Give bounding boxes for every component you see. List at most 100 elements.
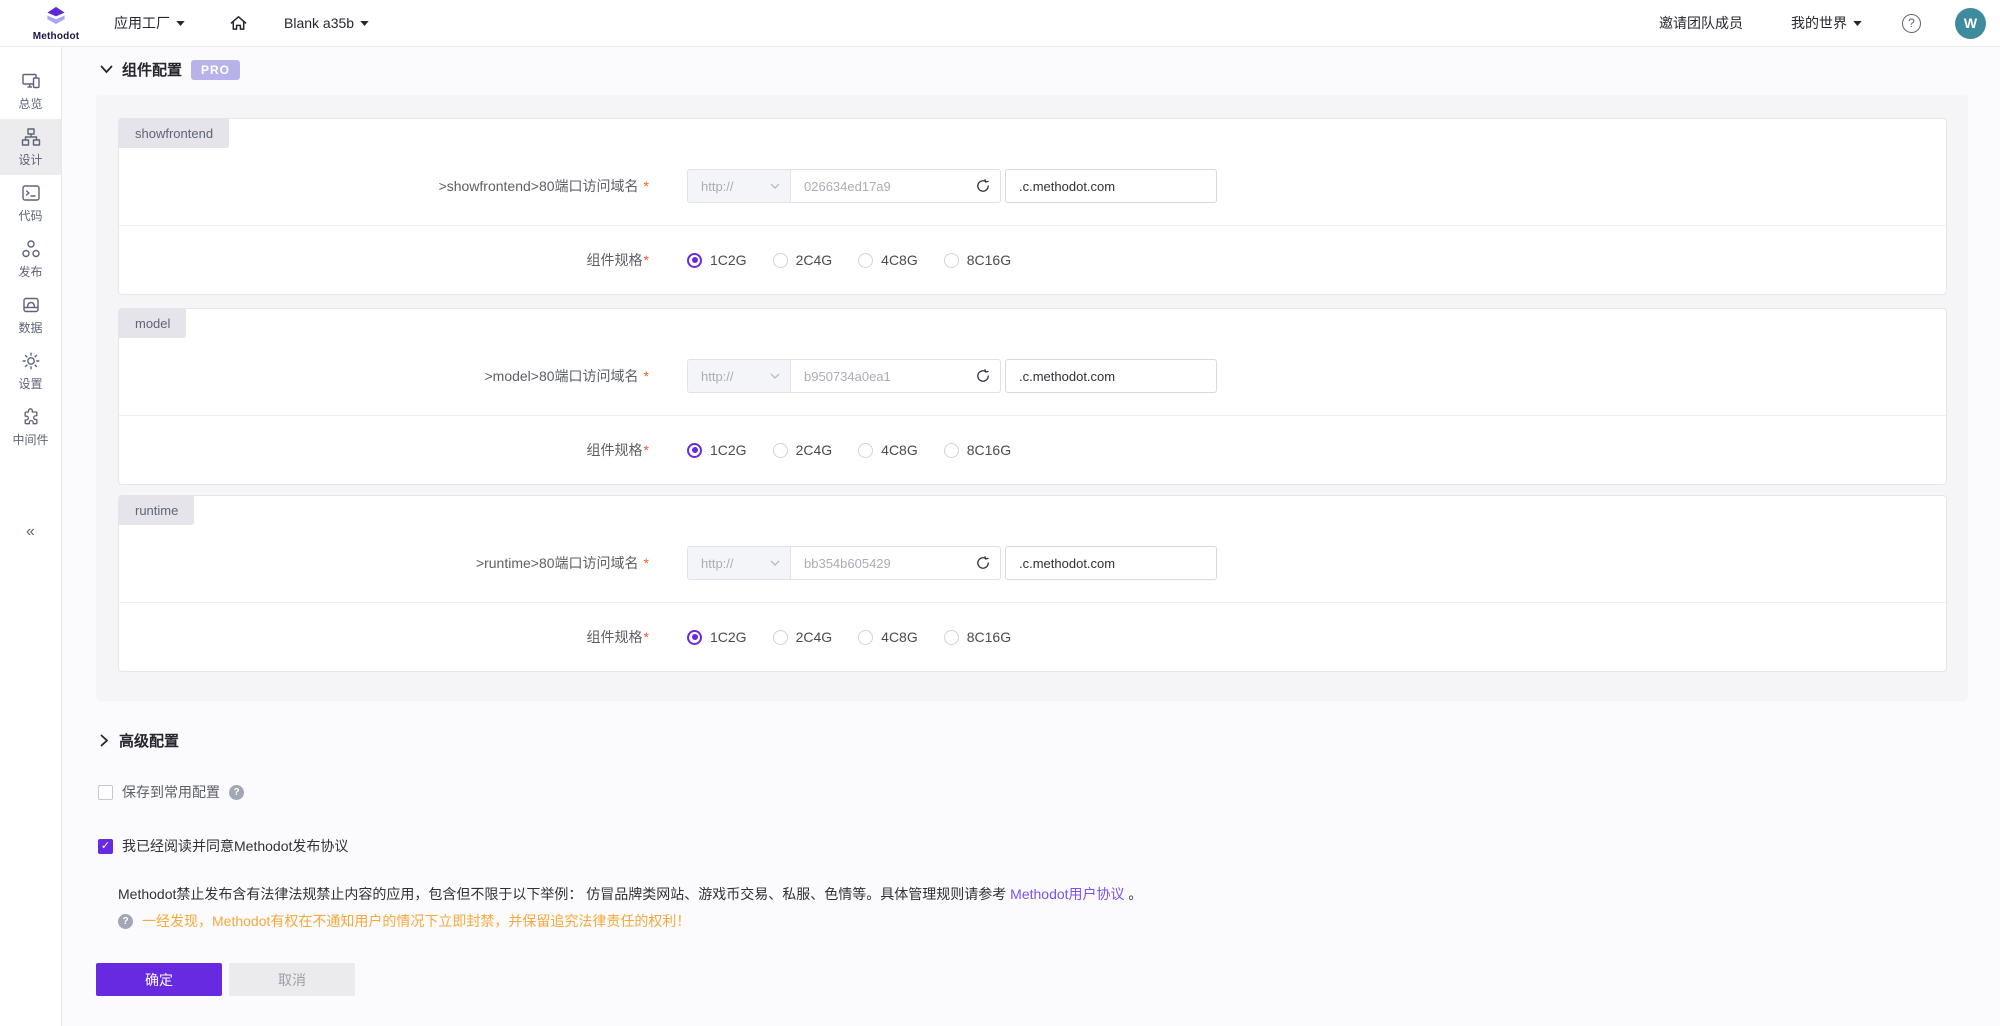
sidebar-item-design[interactable]: 设计 bbox=[0, 119, 61, 175]
navbar-right: 邀请团队成员 我的世界 ? W bbox=[1659, 8, 2000, 39]
protocol-select[interactable]: http:// bbox=[687, 169, 791, 203]
spec-row: 组件规格* 1C2G 2C4G 4C8G 8C16G bbox=[119, 226, 1946, 294]
radio-4c8g[interactable]: 4C8G bbox=[858, 442, 918, 458]
protocol-select[interactable]: http:// bbox=[687, 359, 791, 393]
sidebar-item-middleware[interactable]: 中间件 bbox=[0, 399, 61, 455]
agreement-row: ✓ 我已经阅读并同意Methodot发布协议 bbox=[98, 836, 348, 856]
domain-label: >model>80端口访问域名* bbox=[119, 366, 649, 386]
agreement-label: 我已经阅读并同意Methodot发布协议 bbox=[122, 836, 348, 856]
spec-radio-group: 1C2G 2C4G 4C8G 8C16G bbox=[687, 442, 1011, 458]
page: Methodot 应用工厂 Blank a35b 邀请团队成员 我的世界 bbox=[0, 0, 2000, 1026]
component-config-panel: showfrontend >showfrontend>80端口访问域名* htt… bbox=[96, 95, 1968, 701]
component-tab: showfrontend bbox=[119, 119, 229, 148]
radio-1c2g[interactable]: 1C2G bbox=[687, 629, 747, 645]
user-agreement-link[interactable]: Methodot用户协议 bbox=[1010, 886, 1124, 902]
refresh-icon[interactable] bbox=[976, 556, 990, 570]
component-card-runtime: runtime >runtime>80端口访问域名* http:// bb354… bbox=[118, 495, 1947, 672]
settings-icon bbox=[21, 351, 41, 371]
home-button[interactable] bbox=[229, 14, 248, 32]
sidebar-item-label: 总览 bbox=[18, 95, 42, 112]
required-mark: * bbox=[644, 178, 649, 194]
radio-1c2g[interactable]: 1C2G bbox=[687, 252, 747, 268]
required-mark: * bbox=[644, 555, 649, 571]
chevron-down-icon bbox=[770, 183, 780, 189]
sidebar-collapse-button[interactable]: « bbox=[0, 517, 61, 547]
component-config-header[interactable]: 组件配置 PRO bbox=[100, 59, 240, 80]
sidebar-item-code[interactable]: 代码 bbox=[0, 175, 61, 231]
warning-text: 一经发现，Methodot有权在不通知用户的情况下立即封禁，并保留追究法律责任的… bbox=[142, 911, 690, 931]
sidebar-item-label: 设计 bbox=[18, 151, 42, 168]
radio-4c8g[interactable]: 4C8G bbox=[858, 252, 918, 268]
radio-circle bbox=[773, 443, 788, 458]
save-common-label: 保存到常用配置 bbox=[122, 782, 220, 802]
spec-radio-group: 1C2G 2C4G 4C8G 8C16G bbox=[687, 629, 1011, 645]
home-icon bbox=[229, 14, 248, 32]
radio-1c2g[interactable]: 1C2G bbox=[687, 442, 747, 458]
advanced-config-header[interactable]: 高级配置 bbox=[100, 730, 179, 751]
check-icon: ✓ bbox=[101, 841, 110, 852]
sidebar-item-overview[interactable]: 总览 bbox=[0, 63, 61, 119]
confirm-button[interactable]: 确定 bbox=[96, 963, 222, 996]
code-icon bbox=[21, 183, 41, 203]
refresh-icon[interactable] bbox=[976, 369, 990, 383]
required-mark: * bbox=[644, 368, 649, 384]
radio-circle bbox=[858, 443, 873, 458]
radio-circle bbox=[858, 630, 873, 645]
cancel-button[interactable]: 取消 bbox=[229, 963, 355, 996]
radio-circle bbox=[687, 630, 702, 645]
top-navbar: Methodot 应用工厂 Blank a35b 邀请团队成员 我的世界 bbox=[0, 0, 2000, 47]
left-sidebar: 总览 设计 代码 发布 数据 bbox=[0, 47, 62, 1026]
help-icon[interactable]: ? bbox=[229, 785, 244, 800]
help-icon[interactable]: ? bbox=[1902, 14, 1921, 33]
radio-circle bbox=[858, 253, 873, 268]
sidebar-item-data[interactable]: 数据 bbox=[0, 287, 61, 343]
app-factory-menu[interactable]: 应用工厂 bbox=[114, 13, 185, 33]
my-world-menu[interactable]: 我的世界 bbox=[1791, 13, 1862, 33]
domain-row: >model>80端口访问域名* http:// b950734a0ea1 bbox=[119, 309, 1946, 416]
radio-circle bbox=[944, 253, 959, 268]
chevron-down-icon bbox=[100, 65, 113, 74]
radio-8c16g[interactable]: 8C16G bbox=[944, 252, 1011, 268]
design-icon bbox=[21, 127, 41, 147]
spec-label: 组件规格* bbox=[119, 440, 649, 460]
subdomain-input[interactable]: bb354b605429 bbox=[791, 546, 1001, 580]
radio-2c4g[interactable]: 2C4G bbox=[773, 252, 833, 268]
required-mark: * bbox=[644, 629, 649, 645]
invite-members-button[interactable]: 邀请团队成员 bbox=[1659, 13, 1743, 33]
refresh-icon[interactable] bbox=[976, 179, 990, 193]
caret-down-icon bbox=[360, 21, 369, 26]
avatar[interactable]: W bbox=[1955, 8, 1986, 39]
warning-row: ? 一经发现，Methodot有权在不通知用户的情况下立即封禁，并保留追究法律责… bbox=[118, 911, 690, 931]
radio-8c16g[interactable]: 8C16G bbox=[944, 629, 1011, 645]
radio-2c4g[interactable]: 2C4G bbox=[773, 629, 833, 645]
radio-circle bbox=[944, 443, 959, 458]
save-common-checkbox[interactable] bbox=[98, 785, 113, 800]
protocol-select[interactable]: http:// bbox=[687, 546, 791, 580]
section-title: 组件配置 bbox=[122, 59, 182, 80]
chevron-down-icon bbox=[770, 560, 780, 566]
help-icon: ? bbox=[118, 914, 133, 929]
methodot-logo[interactable]: Methodot bbox=[14, 4, 98, 42]
radio-2c4g[interactable]: 2C4G bbox=[773, 442, 833, 458]
agreement-checkbox[interactable]: ✓ bbox=[98, 839, 113, 854]
sidebar-item-settings[interactable]: 设置 bbox=[0, 343, 61, 399]
component-card-model: model >model>80端口访问域名* http:// b950734a0… bbox=[118, 308, 1947, 485]
app-name-menu[interactable]: Blank a35b bbox=[284, 15, 369, 31]
sidebar-item-label: 设置 bbox=[18, 375, 42, 392]
policy-paragraph: Methodot禁止发布含有法律法规禁止内容的应用，包含但不限于以下举例： 仿冒… bbox=[118, 884, 1618, 904]
domain-suffix-input[interactable]: .c.methodot.com bbox=[1005, 546, 1217, 580]
subdomain-input[interactable]: b950734a0ea1 bbox=[791, 359, 1001, 393]
radio-circle bbox=[773, 253, 788, 268]
sidebar-item-publish[interactable]: 发布 bbox=[0, 231, 61, 287]
domain-label: >runtime>80端口访问域名* bbox=[119, 553, 649, 573]
domain-suffix-input[interactable]: .c.methodot.com bbox=[1005, 359, 1217, 393]
radio-circle bbox=[944, 630, 959, 645]
spec-label: 组件规格* bbox=[119, 627, 649, 647]
navbar-left: Methodot 应用工厂 Blank a35b bbox=[0, 4, 369, 42]
caret-down-icon bbox=[1853, 21, 1862, 26]
radio-4c8g[interactable]: 4C8G bbox=[858, 629, 918, 645]
subdomain-input[interactable]: 026634ed17a9 bbox=[791, 169, 1001, 203]
domain-suffix-input[interactable]: .c.methodot.com bbox=[1005, 169, 1217, 203]
radio-8c16g[interactable]: 8C16G bbox=[944, 442, 1011, 458]
radio-circle bbox=[687, 253, 702, 268]
